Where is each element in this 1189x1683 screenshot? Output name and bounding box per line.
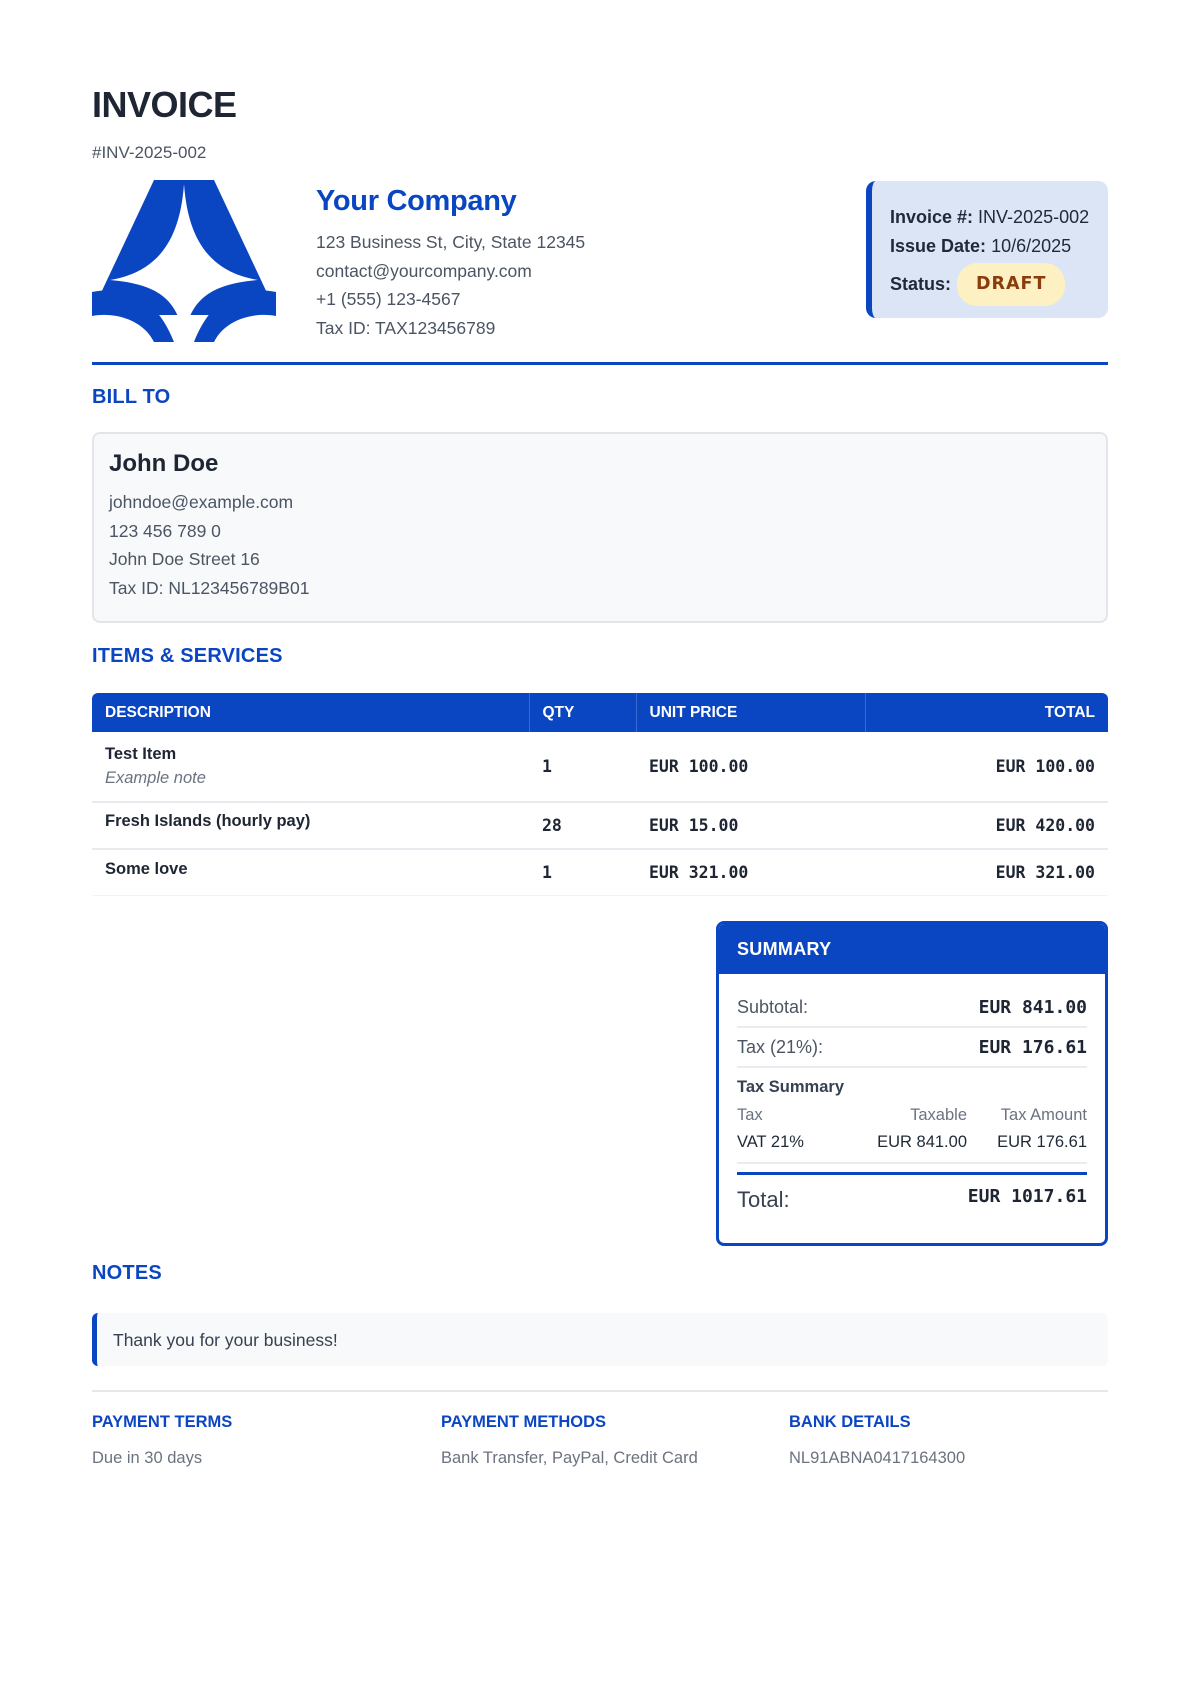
client-tax-id: Tax ID: NL123456789B01 — [109, 578, 310, 599]
bank-details-title: BANK DETAILS — [789, 1413, 911, 1431]
item-description: Fresh Islands (hourly pay) — [105, 812, 311, 830]
taxable-column-header: Taxable — [910, 1106, 967, 1124]
table-row: Test Item Example note 1 EUR 100.00 EUR … — [92, 732, 1108, 803]
tax-column-header: Tax — [737, 1106, 763, 1124]
item-total: EUR 321.00 — [865, 849, 1108, 896]
payment-terms: PAYMENT TERMS Due in 30 days — [92, 1413, 232, 1468]
invoice-number-row: Invoice #: INV-2025-002 — [890, 203, 1108, 232]
item-description-cell: Some love — [92, 849, 529, 896]
item-unit-price: EUR 321.00 — [636, 849, 865, 896]
company-name: Your Company — [316, 185, 517, 217]
subtotal-value: EUR 841.00 — [978, 996, 1087, 1018]
company-address: 123 Business St, City, State 12345 — [316, 232, 586, 252]
star-triangle-logo-icon — [92, 180, 276, 342]
client-street: John Doe Street 16 — [109, 549, 260, 570]
tax-amount: EUR 176.61 — [997, 1133, 1087, 1151]
header-divider — [92, 362, 1108, 365]
total-row: Total: EUR 1017.61 — [737, 1185, 1087, 1213]
bank-details: BANK DETAILS NL91ABNA0417164300 — [789, 1413, 965, 1468]
summary-title: SUMMARY — [719, 924, 1105, 974]
company-phone: +1 (555) 123-4567 — [316, 289, 461, 309]
company-email: contact@yourcompany.com — [316, 260, 532, 281]
client-phone: 123 456 789 0 — [109, 520, 221, 541]
invoice-title: INVOICE — [92, 84, 237, 125]
bill-to-box: John Doe johndoe@example.com 123 456 789… — [92, 432, 1108, 623]
items-header-row: DESCRIPTION QTY UNIT PRICE TOTAL — [92, 693, 1108, 732]
notes-title: NOTES — [92, 1262, 162, 1284]
item-description: Some love — [105, 860, 188, 879]
invoice-meta-box: Invoice #: INV-2025-002 Issue Date: 10/6… — [866, 181, 1108, 318]
subtotal-row: Subtotal: EUR 841.00 — [737, 988, 1087, 1028]
column-header-total: TOTAL — [865, 693, 1108, 732]
company-info: Your Company 123 Business St, City, Stat… — [316, 185, 585, 342]
total-value: EUR 1017.61 — [967, 1185, 1087, 1207]
column-header-unit-price: UNIT PRICE — [636, 693, 866, 732]
payment-terms-title: PAYMENT TERMS — [92, 1413, 233, 1431]
payment-methods-title: PAYMENT METHODS — [441, 1413, 607, 1431]
total-divider — [737, 1172, 1087, 1175]
tax-row: Tax (21%): EUR 176.61 — [737, 1028, 1087, 1068]
item-qty: 1 — [529, 732, 636, 803]
invoice-number: #INV-2025-002 — [92, 143, 207, 162]
payment-terms-text: Due in 30 days — [92, 1449, 203, 1467]
column-header-description: DESCRIPTION — [92, 693, 530, 732]
client-email: johndoe@example.com — [109, 492, 294, 512]
invoice-number-label: Invoice #: — [890, 207, 974, 227]
item-note: Example note — [105, 769, 206, 787]
issue-date-value: 10/6/2025 — [991, 236, 1072, 256]
items-table: DESCRIPTION QTY UNIT PRICE TOTAL Test It… — [92, 693, 1108, 896]
tax-divider — [737, 1162, 1087, 1164]
payment-methods: PAYMENT METHODS Bank Transfer, PayPal, C… — [441, 1413, 698, 1468]
bill-to-title: BILL TO — [92, 386, 171, 408]
status-row: Status: DRAFT — [890, 263, 1108, 306]
item-unit-price: EUR 15.00 — [636, 802, 865, 850]
payment-methods-text: Bank Transfer, PayPal, Credit Card — [441, 1449, 698, 1467]
tax-value: EUR 176.61 — [978, 1036, 1087, 1058]
taxable-amount: EUR 841.00 — [877, 1133, 967, 1151]
client-name: John Doe — [109, 450, 219, 477]
table-row: Fresh Islands (hourly pay) 28 EUR 15.00 … — [92, 802, 1108, 850]
summary-box: SUMMARY Subtotal: EUR 841.00 Tax (21%): … — [716, 921, 1108, 1246]
status-label: Status: — [890, 274, 952, 294]
column-header-qty: QTY — [529, 693, 637, 732]
items-title: ITEMS & SERVICES — [92, 645, 283, 667]
item-unit-price: EUR 100.00 — [636, 732, 865, 803]
item-description-cell: Fresh Islands (hourly pay) — [92, 802, 529, 850]
footer-divider — [92, 1390, 1108, 1392]
notes-box: Thank you for your business! — [92, 1313, 1108, 1366]
tax-type: VAT 21% — [737, 1133, 804, 1151]
item-total: EUR 420.00 — [865, 802, 1108, 850]
invoice-number-value: INV-2025-002 — [978, 207, 1090, 227]
item-qty: 28 — [529, 802, 636, 850]
total-label: Total: — [737, 1187, 790, 1212]
status-badge: DRAFT — [957, 263, 1066, 306]
subtotal-label: Subtotal: — [737, 996, 809, 1017]
tax-summary-title: Tax Summary — [737, 1078, 844, 1096]
issue-date-label: Issue Date: — [890, 236, 987, 256]
item-total: EUR 100.00 — [865, 732, 1108, 803]
tax-summary-grid: Tax Taxable Tax Amount VAT 21% EUR 841.0… — [737, 1106, 1087, 1152]
issue-date-row: Issue Date: 10/6/2025 — [890, 232, 1108, 261]
bank-details-text: NL91ABNA0417164300 — [789, 1449, 966, 1467]
summary-body: Subtotal: EUR 841.00 Tax (21%): EUR 176.… — [719, 988, 1105, 1213]
item-description: Test Item — [105, 745, 177, 763]
item-description-cell: Test Item Example note — [92, 732, 529, 803]
tax-amount-column-header: Tax Amount — [1000, 1106, 1087, 1124]
company-tax-id: Tax ID: TAX123456789 — [316, 317, 496, 338]
tax-label: Tax (21%): — [737, 1036, 824, 1057]
item-qty: 1 — [529, 849, 636, 896]
table-row: Some love 1 EUR 321.00 EUR 321.00 — [92, 849, 1108, 896]
